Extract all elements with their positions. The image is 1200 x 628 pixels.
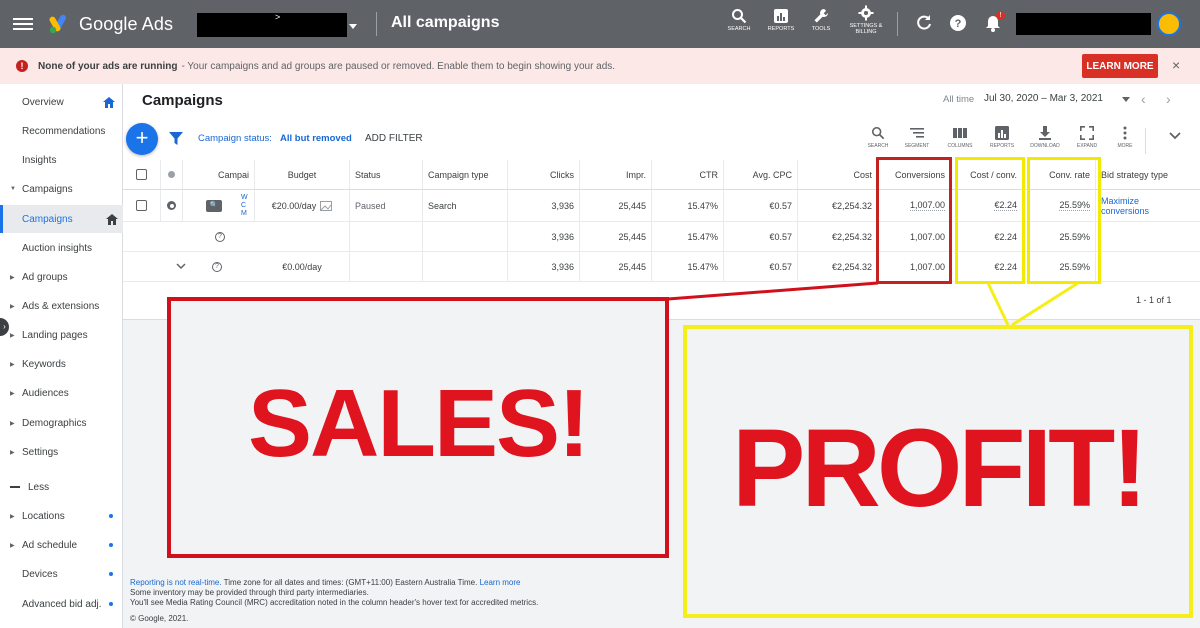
footer-line-3: You'll see Media Rating Council (MRC) ac… bbox=[130, 598, 539, 607]
footer-line-1: Reporting is not real-time. Time zone fo… bbox=[130, 578, 538, 588]
profit-callout-text: PROFIT! bbox=[732, 407, 1148, 530]
footer-line-2: Some inventory may be provided through t… bbox=[130, 588, 369, 597]
profit-callout-box: PROFIT! bbox=[683, 325, 1193, 618]
learn-more-link[interactable]: Learn more bbox=[480, 578, 521, 587]
page-footer: Reporting is not real-time. Time zone fo… bbox=[130, 578, 538, 624]
real-time-link[interactable]: Reporting is not real-time. bbox=[130, 578, 222, 587]
copyright: © Google, 2021. bbox=[130, 614, 189, 623]
sales-callout-box: SALES! bbox=[167, 297, 669, 558]
sales-callout-text: SALES! bbox=[247, 370, 590, 477]
footer-timezone-text: Time zone for all dates and times: (GMT+… bbox=[221, 578, 478, 587]
